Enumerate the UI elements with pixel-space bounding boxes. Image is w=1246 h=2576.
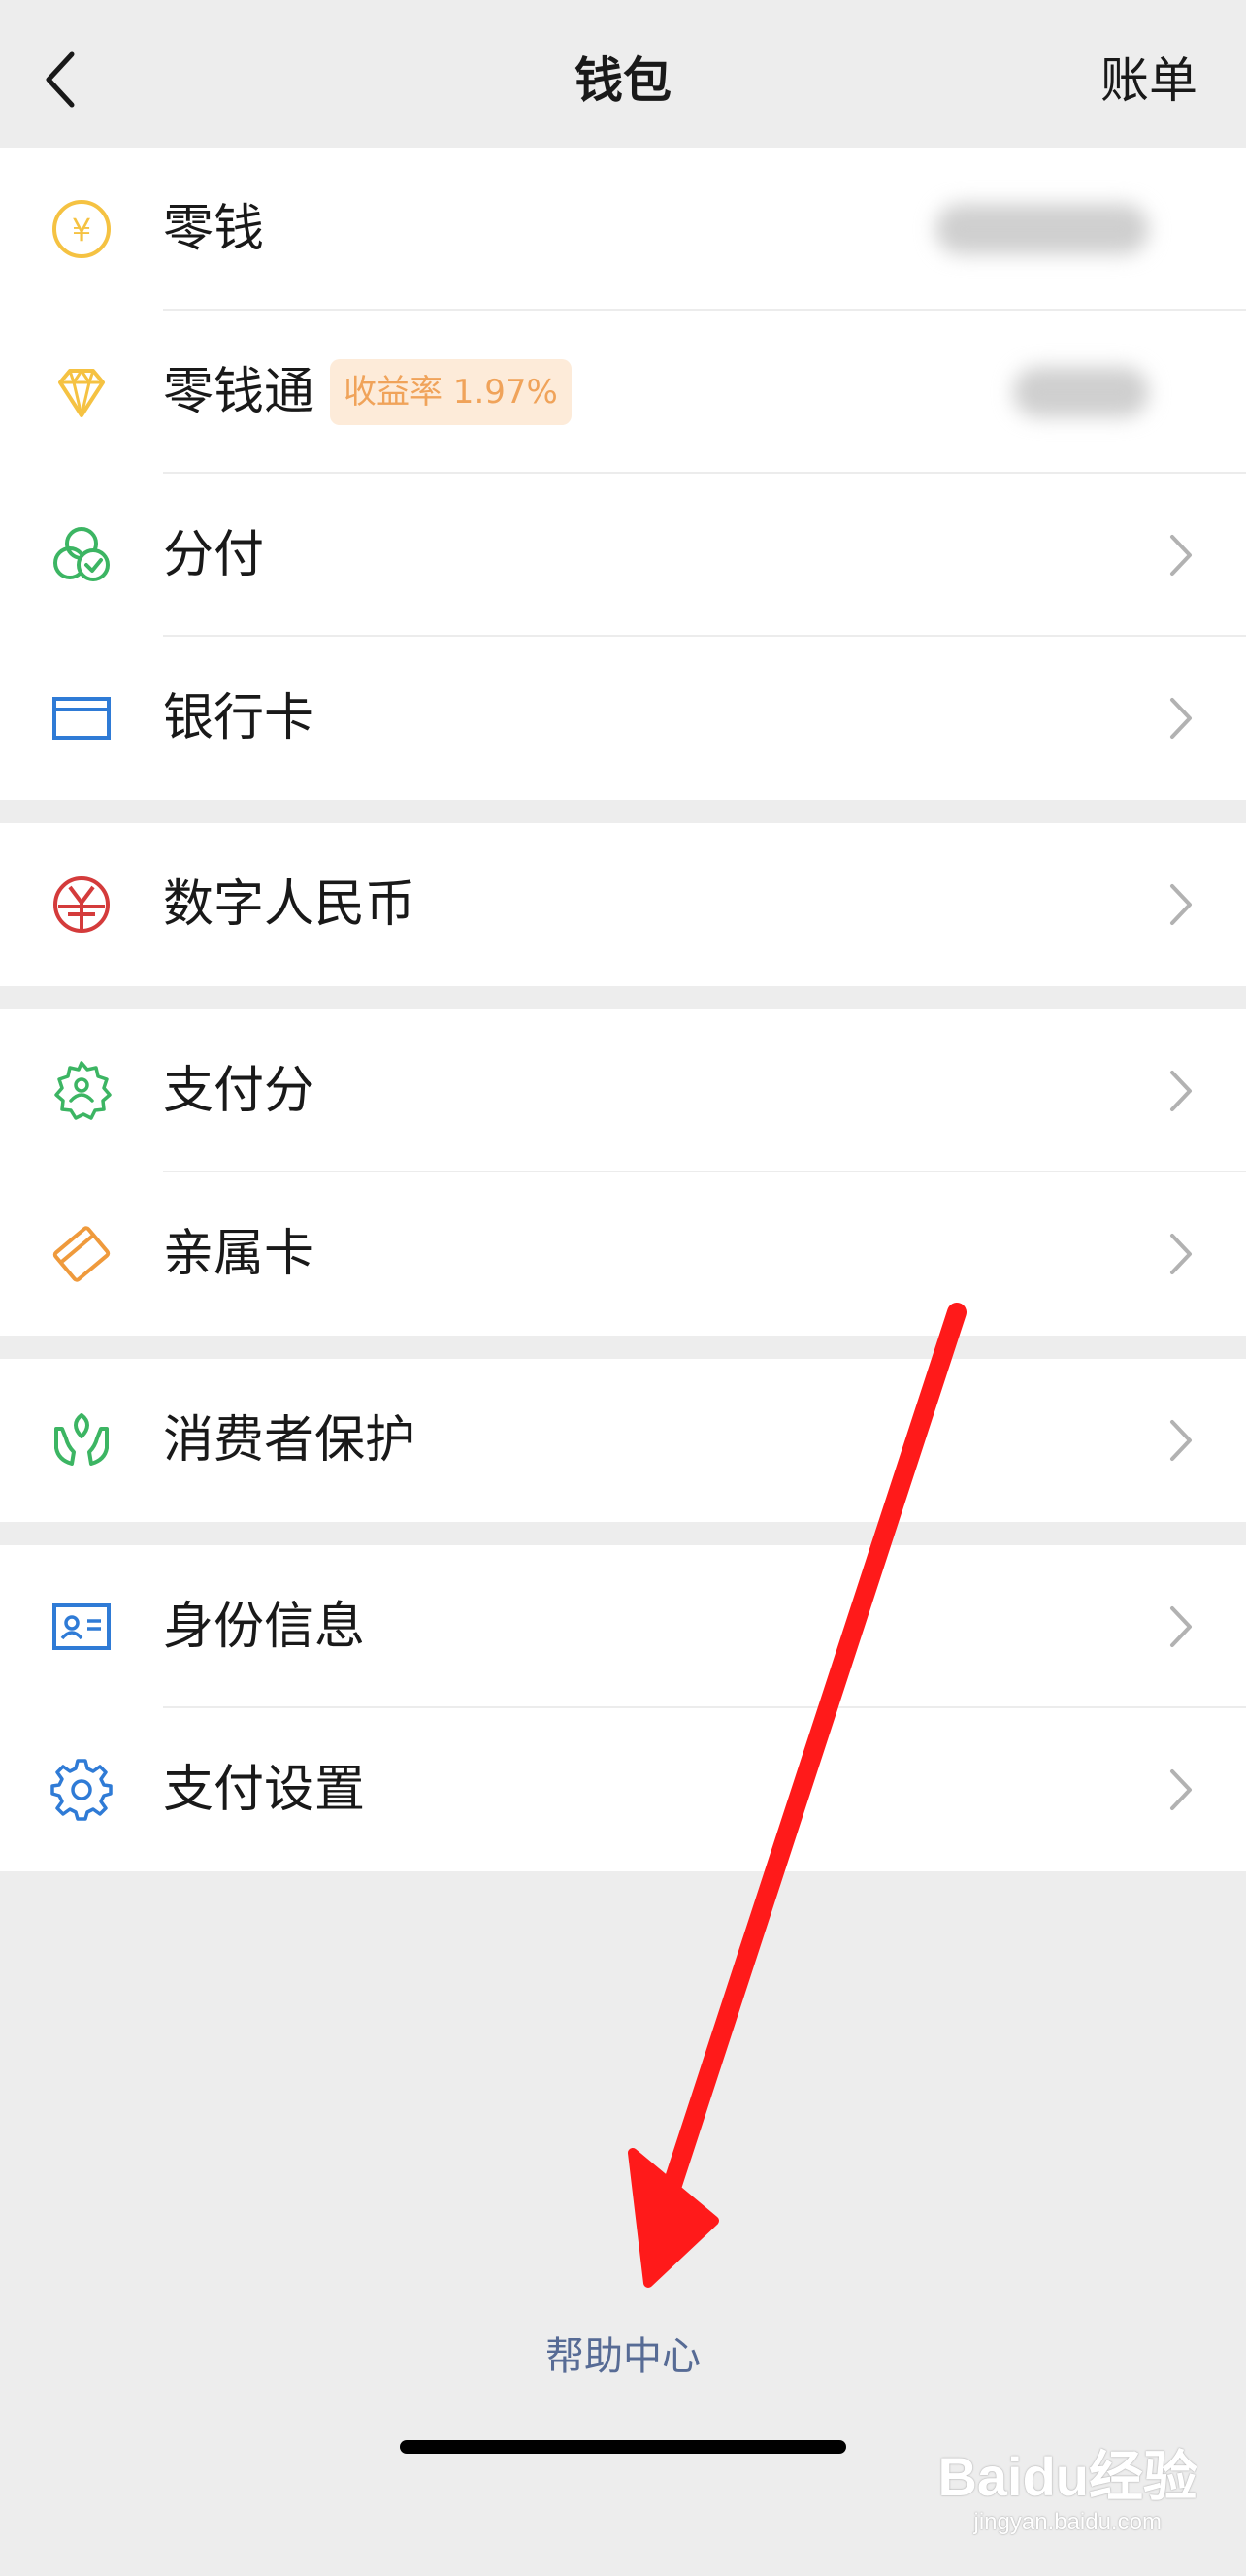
svg-text:¥: ¥ — [72, 212, 91, 248]
bank-card-icon — [52, 697, 111, 740]
help-center-link[interactable]: 帮助中心 — [0, 2328, 1246, 2386]
chevron-right-icon — [1170, 1606, 1192, 1647]
chevron-right-icon — [1170, 535, 1192, 576]
fenfu-icon — [53, 527, 110, 581]
consumer-protection-icon — [54, 1413, 109, 1466]
menu-item-label: 零钱 — [163, 200, 265, 258]
menu-item-label: 银行卡 — [163, 689, 315, 747]
wallet-group-digital-rmb: 数字人民币 — [0, 823, 1246, 986]
navigation-bar: 钱包 账单 — [0, 0, 1246, 148]
chevron-right-icon — [1170, 698, 1192, 739]
menu-item-label: 零钱通 — [163, 363, 315, 421]
menu-item-digital-rmb[interactable]: 数字人民币 — [0, 823, 1246, 986]
menu-item-payment-settings[interactable]: 支付设置 — [0, 1708, 1246, 1871]
chevron-right-icon — [1170, 1071, 1192, 1111]
wallet-group-settings: 身份信息 支付设置 — [0, 1545, 1246, 1871]
menu-item-change-pass[interactable]: 零钱通 收益率 1.97% — [0, 311, 1246, 474]
digital-rmb-icon — [53, 876, 110, 933]
chevron-right-icon — [1170, 1769, 1192, 1810]
menu-item-bank-card[interactable]: 银行卡 — [0, 637, 1246, 800]
menu-item-label: 身份信息 — [163, 1598, 366, 1656]
yuan-coin-icon: ¥ — [52, 200, 111, 258]
chevron-right-icon — [1170, 1234, 1192, 1274]
fund-value-blurred — [1013, 367, 1149, 417]
menu-item-label: 支付设置 — [163, 1761, 366, 1819]
family-card-icon — [52, 1226, 111, 1282]
menu-item-pay-score[interactable]: 支付分 — [0, 1009, 1246, 1172]
menu-item-fenfu[interactable]: 分付 — [0, 474, 1246, 637]
menu-item-label: 分付 — [163, 526, 265, 584]
wallet-group-balance: ¥ 零钱 零钱通 收益率 1.97% 分付 银行卡 — [0, 148, 1246, 800]
chevron-right-icon — [1170, 884, 1192, 925]
yield-rate-badge: 收益率 1.97% — [330, 359, 572, 425]
menu-item-label: 消费者保护 — [163, 1411, 416, 1470]
id-card-icon — [52, 1603, 111, 1650]
menu-item-label: 支付分 — [163, 1062, 315, 1120]
bill-button[interactable]: 账单 — [1100, 47, 1197, 115]
chevron-right-icon — [1170, 1420, 1192, 1461]
home-indicator[interactable] — [400, 2440, 846, 2454]
wallet-group-score: 支付分 亲属卡 — [0, 1009, 1246, 1336]
menu-item-identity-info[interactable]: 身份信息 — [0, 1545, 1246, 1708]
menu-item-label: 亲属卡 — [163, 1225, 315, 1283]
balance-value-blurred — [935, 204, 1149, 254]
menu-item-change[interactable]: ¥ 零钱 — [0, 148, 1246, 311]
menu-item-consumer-protection[interactable]: 消费者保护 — [0, 1359, 1246, 1522]
menu-item-family-card[interactable]: 亲属卡 — [0, 1172, 1246, 1336]
wallet-group-protection: 消费者保护 — [0, 1359, 1246, 1522]
menu-item-label: 数字人民币 — [163, 875, 416, 934]
pay-score-icon — [54, 1061, 112, 1120]
diamond-icon — [58, 369, 105, 417]
baidu-jingyan-watermark: Baidu经验 jingyan.baidu.com — [937, 2446, 1197, 2535]
gear-icon — [50, 1759, 113, 1821]
page-title: 钱包 — [574, 52, 672, 109]
